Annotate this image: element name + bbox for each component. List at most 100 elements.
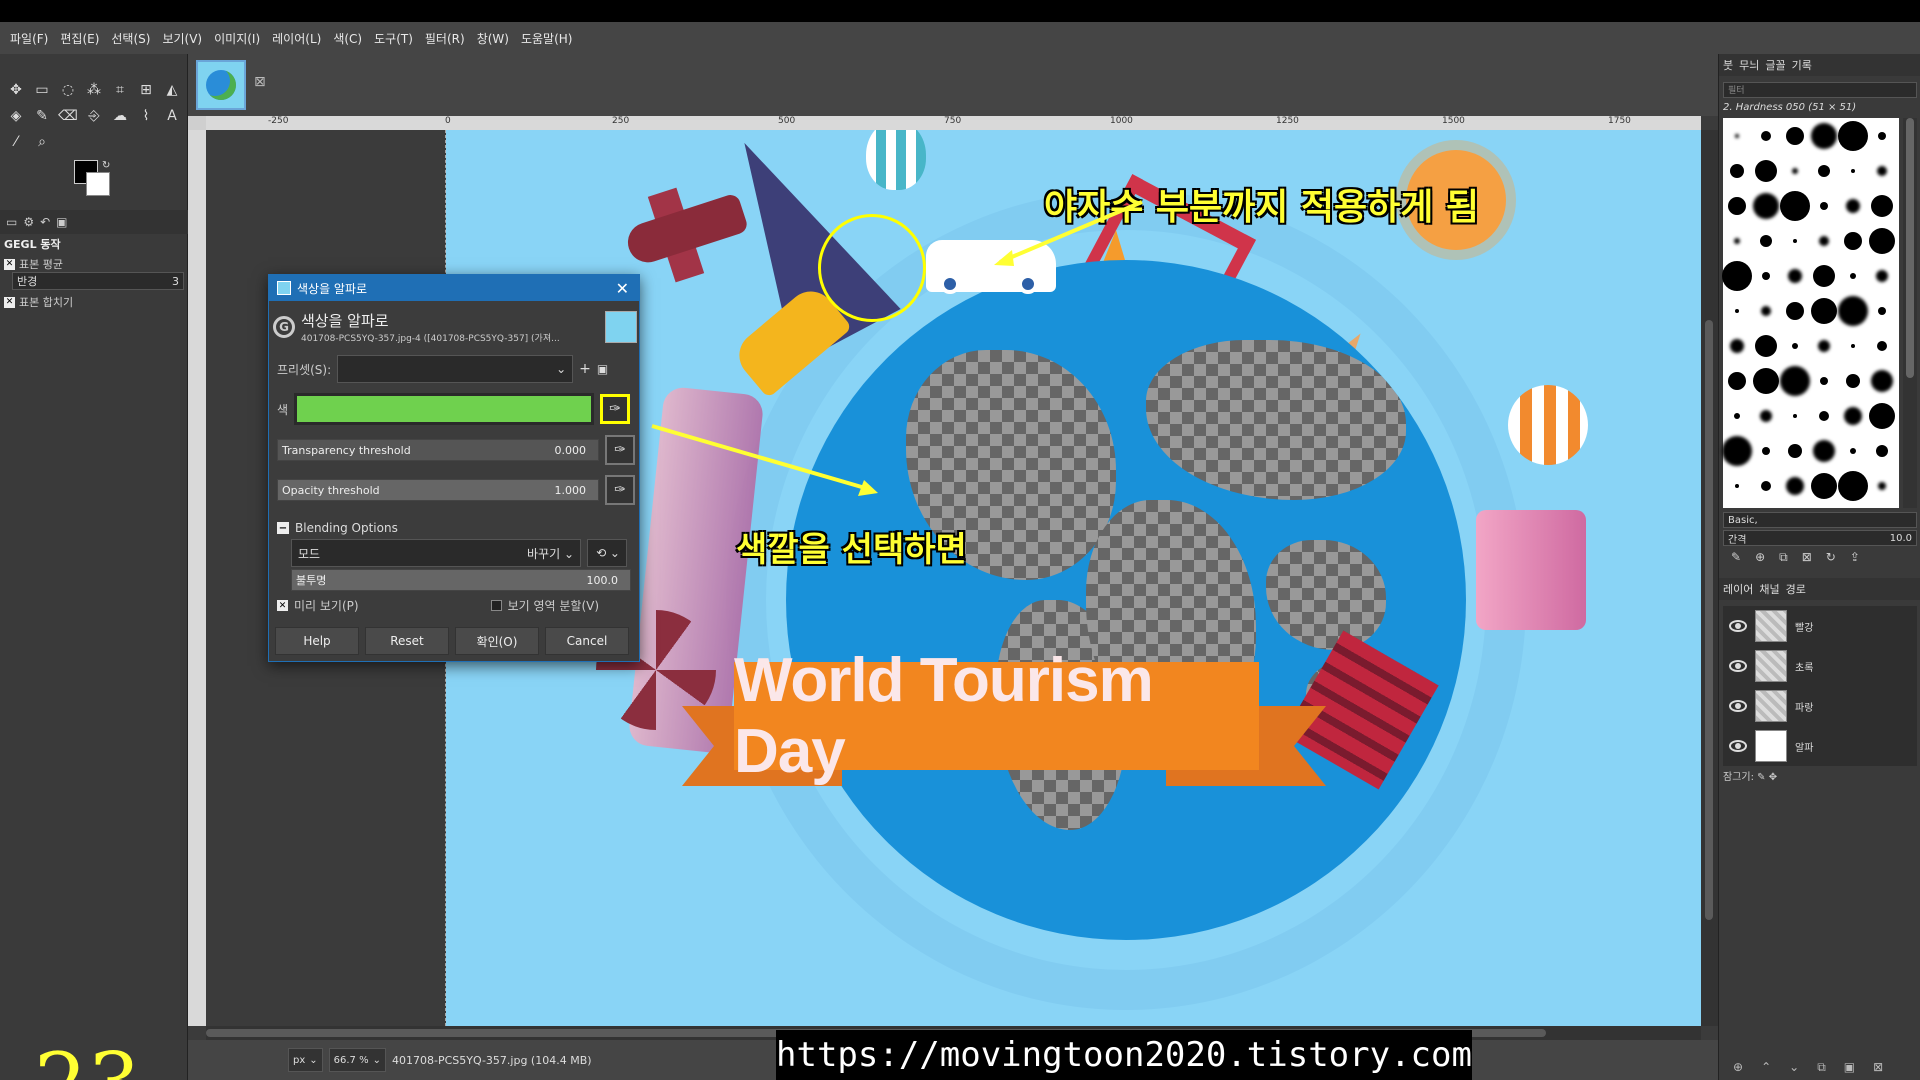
tab-paths[interactable]: 경로 <box>1786 581 1806 597</box>
eye-icon[interactable] <box>1729 660 1747 672</box>
brush-swatch[interactable] <box>1753 368 1779 394</box>
composite-dropdown[interactable]: ⟲ ⌄ <box>587 539 627 567</box>
reset-button[interactable]: Reset <box>365 627 449 655</box>
brush-swatch[interactable] <box>1760 235 1772 247</box>
zoom-dropdown[interactable]: 66.7 % ⌄ <box>328 1048 386 1072</box>
menu-file[interactable]: 파일(F) <box>4 30 54 47</box>
delete-channel-icon[interactable]: ⊠ <box>1873 1060 1883 1074</box>
raise-channel-icon[interactable]: ⌃ <box>1761 1060 1771 1074</box>
tool-options-tab-icon[interactable]: ▭ <box>6 215 17 229</box>
vertical-scrollbar[interactable] <box>1701 130 1718 1026</box>
unit-dropdown[interactable]: px ⌄ <box>288 1048 323 1072</box>
opacity-threshold-slider[interactable]: Opacity threshold 1.000 <box>277 479 599 501</box>
blending-options-toggle[interactable]: − Blending Options <box>277 521 398 535</box>
menu-help[interactable]: 도움말(H) <box>515 30 579 47</box>
color-picker-tool-icon[interactable]: ⁄ <box>4 130 28 154</box>
brush-swatch[interactable] <box>1755 335 1777 357</box>
tab-history[interactable]: 기록 <box>1792 57 1812 73</box>
brush-swatch[interactable] <box>1722 436 1752 466</box>
smudge-tool-icon[interactable]: ☁ <box>108 104 132 128</box>
brush-swatch[interactable] <box>1844 407 1862 425</box>
brush-swatch[interactable] <box>1755 160 1777 182</box>
move-tool-icon[interactable]: ✥ <box>4 78 28 102</box>
brush-swatch[interactable] <box>1811 298 1837 324</box>
radius-spinner[interactable]: 반경 3 <box>12 272 184 290</box>
lasso-tool-icon[interactable]: ◌ <box>56 78 80 102</box>
brush-swatch[interactable] <box>1762 447 1770 455</box>
list-item[interactable]: 파랑 <box>1723 686 1917 726</box>
fg-bg-colors[interactable]: ↻ <box>74 160 122 208</box>
brush-swatch[interactable] <box>1786 477 1804 495</box>
dialog-titlebar[interactable]: 색상을 알파로 ✕ <box>269 275 639 301</box>
checkbox-icon[interactable]: ✕ <box>4 296 15 308</box>
brush-swatch[interactable] <box>1851 344 1855 348</box>
color-picker-icon[interactable]: ✑ <box>605 435 635 465</box>
eye-icon[interactable] <box>1729 620 1747 632</box>
zoom-tool-icon[interactable]: ⌕ <box>30 130 54 154</box>
brush-swatch[interactable] <box>1762 272 1770 280</box>
brush-swatch[interactable] <box>1819 236 1829 246</box>
brush-swatch[interactable] <box>1728 197 1746 215</box>
tab-patterns[interactable]: 무늬 <box>1739 57 1759 73</box>
refresh-brushes-icon[interactable]: ↻ <box>1826 550 1836 570</box>
lock-pixels-icon[interactable]: ✎ <box>1757 772 1765 783</box>
ruler-corner[interactable] <box>188 116 206 130</box>
mode-dropdown[interactable]: 모드 바꾸기 ⌄ <box>291 539 581 567</box>
brush-swatch[interactable] <box>1876 445 1888 457</box>
menu-edit[interactable]: 편집(E) <box>54 30 105 47</box>
brush-swatch[interactable] <box>1780 191 1810 221</box>
brush-swatch[interactable] <box>1818 340 1830 352</box>
horizontal-ruler[interactable]: -250 0 250 500 750 1000 1250 1500 1750 <box>206 116 1701 130</box>
split-view-checkbox[interactable] <box>490 600 502 611</box>
brush-swatch[interactable] <box>1780 366 1810 396</box>
brush-swatch[interactable] <box>1735 484 1739 488</box>
brush-grid[interactable] <box>1722 118 1899 508</box>
sample-average-option[interactable]: ✕ 표본 평균 <box>4 256 63 272</box>
brush-swatch[interactable] <box>1869 403 1895 429</box>
menu-tools[interactable]: 도구(T) <box>368 30 419 47</box>
transparency-threshold-slider[interactable]: Transparency threshold 0.000 <box>277 439 599 461</box>
channel-to-selection-icon[interactable]: ▣ <box>1844 1060 1855 1074</box>
brush-swatch[interactable] <box>1813 265 1835 287</box>
brush-swatch[interactable] <box>1722 261 1752 291</box>
brush-swatch[interactable] <box>1735 309 1739 313</box>
brush-swatch[interactable] <box>1850 448 1856 454</box>
brush-swatch[interactable] <box>1788 269 1802 283</box>
brush-swatch[interactable] <box>1761 306 1771 316</box>
menu-select[interactable]: 선택(S) <box>105 30 156 47</box>
slider-value[interactable]: 1.000 <box>555 484 587 497</box>
undo-history-tab-icon[interactable]: ↶ <box>40 215 50 229</box>
brush-swatch[interactable] <box>1820 377 1828 385</box>
brush-scrollbar[interactable] <box>1903 118 1917 508</box>
brush-swatch[interactable] <box>1850 273 1856 279</box>
brush-swatch[interactable] <box>1820 202 1828 210</box>
new-channel-icon[interactable]: ⊕ <box>1733 1060 1743 1074</box>
device-status-tab-icon[interactable]: ⚙ <box>23 215 34 229</box>
text-tool-icon[interactable]: A <box>160 104 184 128</box>
brush-swatch[interactable] <box>1871 370 1893 392</box>
duplicate-brush-icon[interactable]: ⧉ <box>1779 550 1788 570</box>
brush-swatch[interactable] <box>1761 481 1771 491</box>
brush-swatch[interactable] <box>1792 343 1798 349</box>
sample-merged-option[interactable]: ✕ 표본 합치기 <box>4 294 73 310</box>
close-image-icon[interactable]: ⊠ <box>254 74 266 90</box>
brush-swatch[interactable] <box>1760 410 1772 422</box>
brush-swatch[interactable] <box>1730 339 1744 353</box>
lock-position-icon[interactable]: ✥ <box>1769 772 1777 783</box>
warp-tool-icon[interactable]: ◭ <box>160 78 184 102</box>
brush-swatch[interactable] <box>1838 296 1868 326</box>
tab-brushes[interactable]: 붓 <box>1723 57 1733 73</box>
transform-tool-icon[interactable]: ⊞ <box>134 78 158 102</box>
brush-swatch[interactable] <box>1753 193 1779 219</box>
brush-swatch[interactable] <box>1851 169 1855 173</box>
brush-swatch[interactable] <box>1793 239 1797 243</box>
menu-windows[interactable]: 창(W) <box>471 30 515 47</box>
brush-swatch[interactable] <box>1811 473 1837 499</box>
brush-swatch[interactable] <box>1792 168 1798 174</box>
open-brush-icon[interactable]: ⇪ <box>1850 550 1860 570</box>
brush-swatch[interactable] <box>1786 127 1804 145</box>
color-swatch[interactable] <box>294 393 595 425</box>
brush-swatch[interactable] <box>1819 411 1829 421</box>
bucket-fill-tool-icon[interactable]: ◈ <box>4 104 28 128</box>
menu-colors[interactable]: 색(C) <box>327 30 368 47</box>
